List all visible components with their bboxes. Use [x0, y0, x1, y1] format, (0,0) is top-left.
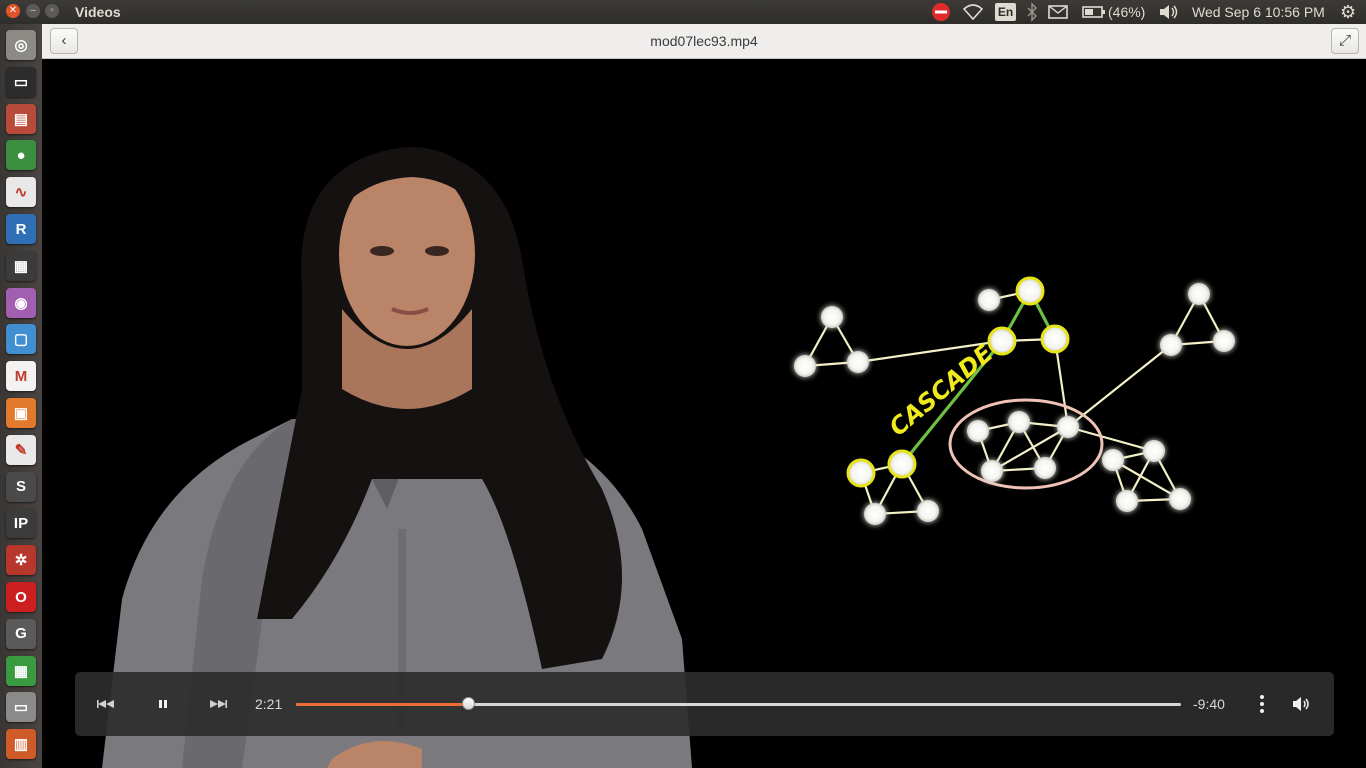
skip-back-icon: [97, 700, 114, 708]
media-player-icon[interactable]: ◉: [6, 287, 36, 318]
header-bar: ‹ mod07lec93.mp4 ⤢: [42, 24, 1366, 59]
screenshot-viewer-icon[interactable]: ∿: [6, 177, 36, 208]
seek-progress: [296, 703, 469, 706]
file-title: mod07lec93.mp4: [650, 33, 758, 49]
battery-icon[interactable]: [1082, 2, 1106, 22]
archive-manager-icon[interactable]: ▤: [6, 103, 36, 134]
chrome-icon[interactable]: ●: [6, 140, 36, 171]
bluetooth-icon[interactable]: [1026, 2, 1038, 22]
skip-forward-icon: [210, 700, 227, 708]
impress-icon[interactable]: ▣: [6, 398, 36, 428]
clock[interactable]: Wed Sep 6 10:56 PM: [1192, 2, 1325, 22]
pause-icon: [159, 700, 167, 708]
sublime-text-icon[interactable]: S: [6, 471, 36, 502]
pause-button[interactable]: [157, 694, 169, 719]
ipython-icon[interactable]: IP: [6, 508, 36, 539]
maximize-window-button[interactable]: ▫: [45, 4, 59, 18]
trash-icon[interactable]: ▥: [6, 729, 36, 760]
skip-forward-button[interactable]: [209, 694, 227, 719]
volume-button[interactable]: [1291, 694, 1311, 719]
drive-icon[interactable]: ▭: [6, 692, 36, 723]
settings-gear-icon[interactable]: ⚙: [1340, 2, 1356, 22]
close-window-button[interactable]: ✕: [6, 4, 20, 18]
video-frame[interactable]: CASCADE: [42, 59, 1366, 768]
mail-icon[interactable]: [1048, 2, 1068, 22]
spreadsheet-icon[interactable]: ▦: [6, 655, 36, 686]
network-diagram: CASCADE: [794, 276, 1235, 525]
battery-percent: (46%): [1108, 4, 1146, 20]
network-tool-icon[interactable]: ✲: [6, 545, 36, 576]
r-icon[interactable]: R: [6, 214, 36, 244]
do-not-disturb-icon[interactable]: [930, 2, 952, 22]
more-options-icon: [1260, 695, 1264, 713]
fullscreen-icon: ⤢: [1338, 32, 1351, 49]
app-title: Videos: [75, 4, 121, 20]
gmail-icon[interactable]: M: [6, 361, 36, 392]
seek-handle[interactable]: [461, 697, 475, 710]
fullscreen-button[interactable]: ⤢: [1331, 28, 1359, 54]
launcher: ◎ ▭ ▤ ● ∿ R ▦ ◉ ▢ M ▣ ✎ S IP ✲ O G ▦ ▭ ▥: [0, 24, 43, 768]
terminal-icon[interactable]: ▭: [6, 66, 36, 97]
text-editor-icon[interactable]: ✎: [6, 434, 36, 465]
volume-icon: [1293, 697, 1309, 711]
gephi-icon[interactable]: G: [6, 618, 36, 649]
minimize-window-button[interactable]: –: [26, 4, 40, 18]
volume-indicator-icon[interactable]: [1158, 2, 1180, 22]
remaining-time: -9:40: [1193, 696, 1225, 712]
seek-bar[interactable]: [296, 697, 1181, 710]
writer-doc-icon[interactable]: ▢: [6, 324, 36, 355]
skip-back-button[interactable]: [97, 694, 115, 719]
video-image: CASCADE: [102, 147, 1235, 768]
dash-home-icon[interactable]: ◎: [6, 30, 36, 60]
keyboard-layout-indicator[interactable]: En: [995, 3, 1016, 21]
top-panel: ✕ – ▫ Videos En (46%) Wed Sep 6 10:56 PM…: [0, 0, 1366, 24]
wifi-icon[interactable]: [962, 2, 984, 22]
elapsed-time: 2:21: [255, 696, 283, 712]
playback-controls: 2:21 -9:40: [75, 672, 1334, 736]
video-editor-icon[interactable]: ▦: [6, 250, 36, 281]
opera-icon[interactable]: O: [6, 582, 36, 612]
more-options-button[interactable]: [1255, 694, 1269, 719]
